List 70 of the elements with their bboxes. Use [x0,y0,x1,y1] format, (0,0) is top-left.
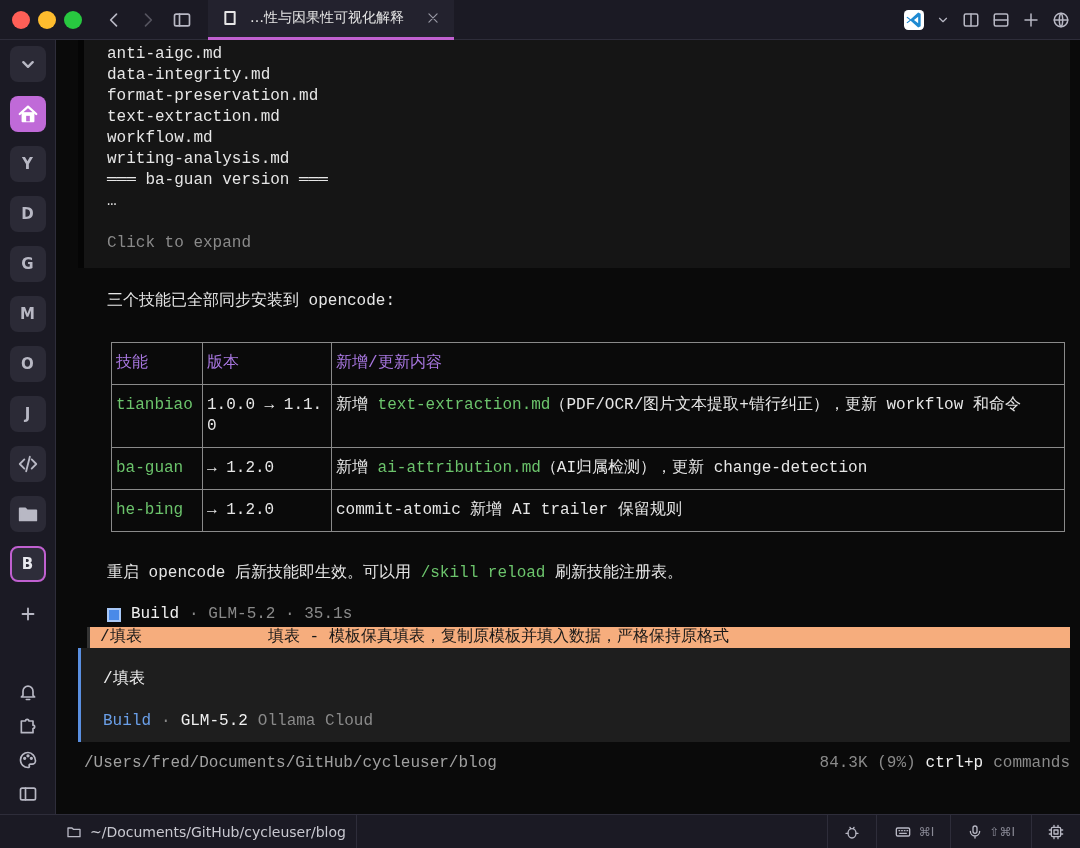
palette-icon[interactable] [17,750,38,770]
table-cell: → 1.2.0 [202,447,332,490]
column-header: 版本 [202,342,332,385]
table-cell: ba-guan [111,447,203,490]
table-cell: 新增 ai-attribution.md（AI归属检测），更新 change-detection [331,447,1065,490]
input-text: /填表 [103,669,146,690]
split-vertical-icon[interactable] [962,10,980,29]
output-block[interactable]: anti-aigc.md data-integrity.md format-preservation.md text-extraction.md workflow.md writing-analysis.md ═══ ba-guan version ═══ … Click to expand [78,40,1070,268]
home-button[interactable] [9,96,46,132]
separator-text: · [161,711,171,732]
message-text: 重启 opencode 后新技能即生效。可以用 /skill reload 刷新技能注册表。 [107,562,685,584]
workspace-button[interactable]: G [9,246,46,282]
agent-label: Build [131,604,179,625]
output-line: workflow.md [107,128,214,149]
suggestion-description: 填表 - 模板保真填表，复制原模板并填入数据，严格保持原格式 [268,627,729,648]
working-directory: /Users/fred/Documents/GitHub/cycleuser/blog [84,753,498,774]
split-horizontal-icon[interactable] [992,10,1010,29]
output-line: format-preservation.md [107,86,320,107]
table-cell: 1.0.0 → 1.1.0 [202,384,332,448]
add-icon[interactable] [1022,10,1040,29]
table-cell: he-bing [111,489,203,532]
column-header: 新增/更新内容 [331,342,1065,385]
table-cell: commit-atomic 新增 AI trailer 保留规则 [331,489,1065,532]
code-button[interactable] [9,446,46,482]
provider-label: Ollama Cloud [257,711,374,732]
agent-label: Build [103,711,151,732]
table-cell: 新增 text-extraction.md（PDF/OCR/图片文本提取+错行纠正），更新 workflow 和命令 [331,384,1065,448]
home-icon [16,103,39,125]
model-label: GLM-5.2 [180,711,248,732]
output-line: ═══ ba-guan version ═══ [107,170,329,191]
folder-button[interactable] [9,496,46,532]
chevron-down-icon [21,60,34,68]
code-icon [16,453,39,475]
message-text: 三个技能已全部同步安装到 opencode: [107,290,396,312]
output-line: data-integrity.md [107,65,272,86]
output-line: … [107,191,118,212]
shortcut-text: ⇧⌘I [989,824,1015,839]
maximize-window-button[interactable] [64,10,82,29]
table-cell: → 1.2.0 [202,489,332,532]
workspace-button[interactable]: B [9,546,46,582]
minimize-window-button[interactable] [38,10,56,29]
token-usage: 84.3K (9%) [819,753,916,774]
tab[interactable]: …性与因果性可视化解释 [208,0,454,40]
workspace-button[interactable]: O [9,346,46,382]
folder-path[interactable]: ~/Documents/GitHub/cycleuser/blog [90,823,346,840]
expand-hint[interactable]: Click to expand [107,233,1070,254]
editor-app-icon[interactable] [904,9,924,30]
shortcut-text: ⌘I [918,824,935,839]
suggestion-item[interactable]: /填表 填表 - 模板保真填表，复制原模板并填入数据，严格保持原格式 [87,627,1070,648]
output-line: writing-analysis.md [107,149,291,170]
document-icon [222,10,238,26]
workspace-button[interactable]: D [9,196,46,232]
suggestion-command: /填表 [100,627,143,648]
shortcut-key: ctrl+p [925,752,984,774]
workspace-button[interactable]: Y [9,146,46,182]
column-header: 技能 [111,342,203,385]
workspace-button[interactable]: J [9,396,46,432]
panel-icon[interactable] [17,784,38,804]
globe-icon[interactable] [1052,10,1070,29]
build-details: · GLM-5.2 · 35.1s [189,604,353,625]
close-icon[interactable] [426,11,440,25]
workspace-button[interactable]: M [9,296,46,332]
output-line: text-extraction.md [107,107,281,128]
square-icon [107,607,121,622]
shortcut-label: commands [993,753,1070,774]
output-line: anti-aigc.md [107,44,224,65]
close-window-button[interactable] [12,10,30,29]
table-cell: tianbiao [111,384,203,448]
collapse-button[interactable] [9,46,46,82]
chip-icon[interactable] [1048,823,1064,840]
